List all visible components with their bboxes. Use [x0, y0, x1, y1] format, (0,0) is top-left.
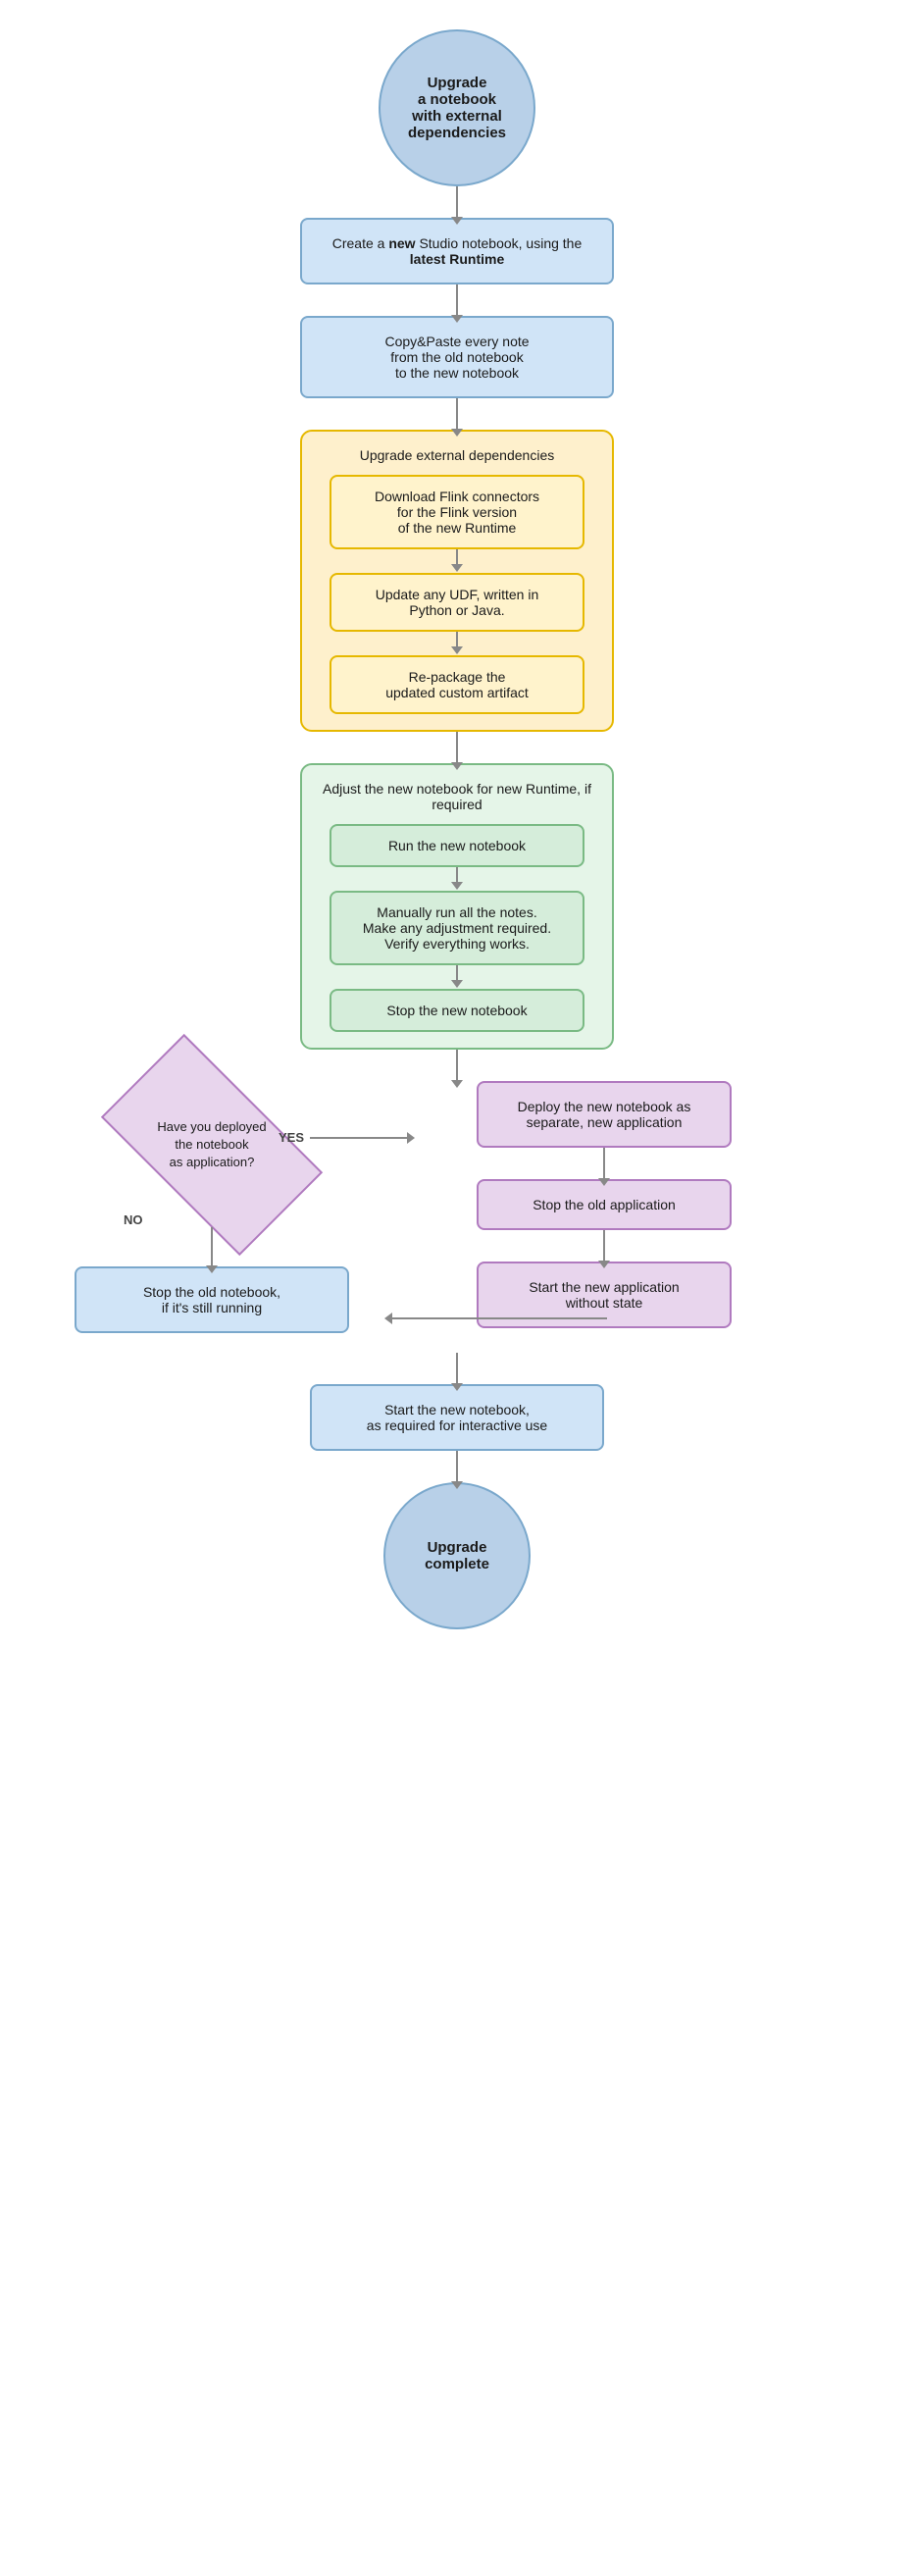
left-arrowhead: [384, 1313, 392, 1324]
deploy-box: Deploy the new notebook as separate, new…: [477, 1081, 732, 1148]
stop-old-app-box: Stop the old application: [477, 1179, 732, 1230]
right-col: Deploy the new notebook as separate, new…: [467, 1081, 741, 1328]
connector-area: [35, 1304, 879, 1333]
orange-box2: Update any UDF, written in Python or Jav…: [330, 573, 584, 632]
arrow-3: [456, 398, 458, 430]
inner-arrow-g2: [456, 965, 458, 981]
h-line-left: [391, 1317, 607, 1319]
flowchart: Upgrade a notebook with external depende…: [0, 0, 914, 2576]
inner-arrow-g1: [456, 867, 458, 883]
orange-box3: Re-package the updated custom artifact: [330, 655, 584, 714]
diamond-wrapper: Have you deployed the notebook as applic…: [104, 1081, 320, 1209]
no-label: NO: [124, 1212, 143, 1227]
end-oval: Upgrade complete: [383, 1482, 531, 1629]
group-green-title: Adjust the new notebook for new Runtime,…: [322, 781, 592, 812]
arrow-1: [456, 186, 458, 218]
green-box3: Stop the new notebook: [330, 989, 584, 1032]
step1-box: Create a new Studio notebook, using the …: [300, 218, 614, 284]
yes-path: YES: [279, 1130, 408, 1145]
h-arrowhead: [407, 1132, 415, 1144]
start-new-notebook-box: Start the new notebook, as required for …: [310, 1384, 604, 1451]
start-oval: Upgrade a notebook with external depende…: [379, 29, 535, 186]
inner-arrow-o1: [456, 549, 458, 565]
arrow-4: [456, 732, 458, 763]
inner-arrow-o2: [456, 632, 458, 647]
arrow-2: [456, 284, 458, 316]
yes-label: YES: [279, 1130, 304, 1145]
decision-section: Have you deployed the notebook as applic…: [35, 1081, 879, 1333]
group-green: Adjust the new notebook for new Runtime,…: [300, 763, 614, 1050]
arrow-r2: [603, 1230, 605, 1262]
group-orange: Upgrade external dependencies Download F…: [300, 430, 614, 732]
arrow-6: [456, 1353, 458, 1384]
diamond-text: Have you deployed the notebook as applic…: [143, 1118, 280, 1172]
green-box1: Run the new notebook: [330, 824, 584, 867]
no-path: NO: [104, 1209, 320, 1266]
green-box2: Manually run all the notes. Make any adj…: [330, 891, 584, 965]
arrow-no: [211, 1227, 213, 1266]
bold-new: new: [388, 235, 415, 251]
group-orange-title: Upgrade external dependencies: [360, 447, 554, 463]
bold-runtime: latest Runtime: [410, 251, 504, 267]
left-decision-col: Have you deployed the notebook as applic…: [35, 1081, 388, 1333]
arrow-7: [456, 1451, 458, 1482]
step2-box: Copy&Paste every note from the old noteb…: [300, 316, 614, 398]
h-arrow-yes: [310, 1137, 408, 1139]
orange-box1: Download Flink connectors for the Flink …: [330, 475, 584, 549]
arrow-r1: [603, 1148, 605, 1179]
arrow-5: [456, 1050, 458, 1081]
